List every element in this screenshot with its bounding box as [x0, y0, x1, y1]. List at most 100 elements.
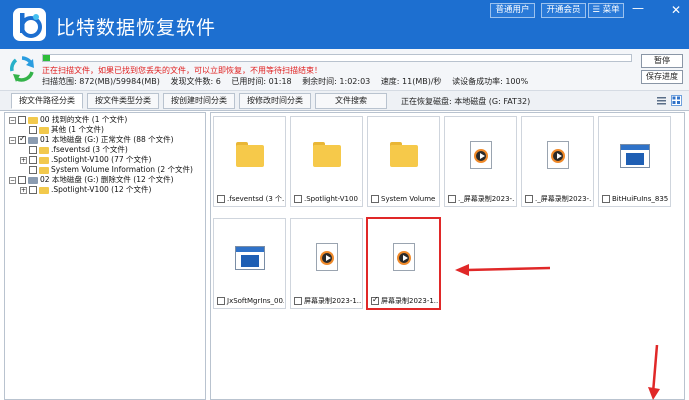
tree-checkbox[interactable]	[18, 116, 26, 124]
file-caption: .Spotlight-V100 ...	[294, 194, 361, 204]
grid-view-icon[interactable]	[671, 95, 682, 106]
tree-item-label: .Spotlight-V100 (12 个文件)	[51, 185, 152, 194]
installer-file-icon	[617, 141, 653, 171]
tab-by-path[interactable]: 按文件路径分类	[11, 93, 83, 109]
file-checkbox[interactable]	[602, 195, 610, 203]
tree-checkbox[interactable]	[29, 146, 37, 154]
tree-item-label: 02 本地磁盘 (G:) 删除文件 (12 个文件)	[40, 175, 174, 184]
folder-icon	[39, 126, 49, 134]
expand-icon[interactable]: +	[20, 156, 27, 164]
file-tile[interactable]: BitHuiFuIns_835....	[598, 116, 671, 207]
file-checkbox[interactable]	[371, 195, 379, 203]
tree-item-label: .fseventsd (3 个文件)	[51, 145, 128, 154]
tab-by-type[interactable]: 按文件类型分类	[87, 93, 159, 109]
folder-icon	[39, 186, 49, 194]
tree-item-fseventsd[interactable]: .fseventsd (3 个文件)	[29, 145, 128, 155]
scan-status-panel: 正在扫描文件，如果已找到您丢失的文件，可以立即恢复，不用等待扫描结束！ 扫描范围…	[0, 49, 689, 91]
title-bar: 比特数据恢复软件 普通用户 开通会员 ☰ 菜单 — ✕	[0, 0, 689, 49]
remaining-time: 剩余时间: 1:02:03	[302, 77, 371, 86]
file-caption: 屏幕录制2023-1...	[294, 296, 361, 306]
tree-checkbox[interactable]	[18, 134, 26, 144]
file-name: 屏幕录制2023-1...	[381, 297, 438, 305]
tab-file-search[interactable]: 文件搜索	[315, 93, 387, 109]
video-file-icon	[540, 141, 576, 171]
file-tile[interactable]: .fseventsd (3 个...	[213, 116, 286, 207]
file-caption: 屏幕录制2023-1...	[371, 296, 438, 306]
tree-item-label: 其他 (1 个文件)	[51, 125, 104, 134]
video-file-icon	[386, 243, 422, 273]
tree-item-system-volume[interactable]: System Volume Information (2 个文件)	[29, 165, 193, 175]
elapsed-time: 已用时间: 01:18	[231, 77, 292, 86]
tree-item-label: 00 找到的文件 (1 个文件)	[40, 115, 128, 124]
collapse-icon[interactable]: −	[9, 116, 16, 124]
file-tile[interactable]: 屏幕录制2023-1...	[290, 218, 363, 309]
bit-logo-icon	[13, 8, 46, 41]
file-name: .fseventsd (3 个...	[227, 195, 284, 203]
open-membership-button[interactable]: 开通会员	[541, 3, 586, 18]
minimize-button[interactable]: —	[629, 0, 647, 16]
video-file-icon	[463, 141, 499, 171]
installer-file-icon	[232, 243, 268, 273]
app-title: 比特数据恢复软件	[56, 17, 217, 39]
menu-label: 菜单	[602, 5, 620, 15]
file-checkbox[interactable]	[525, 195, 533, 203]
file-checkbox[interactable]	[217, 195, 225, 203]
file-name: ._屏幕录制2023-...	[535, 195, 592, 203]
file-tile[interactable]: JxSoftMgrIns_00...	[213, 218, 286, 309]
file-tile[interactable]: ._屏幕录制2023-...	[444, 116, 517, 207]
tree-item-found-files[interactable]: − 00 找到的文件 (1 个文件)	[9, 115, 127, 125]
file-checkbox[interactable]	[448, 195, 456, 203]
tree-checkbox[interactable]	[29, 126, 37, 134]
tree-item-label: .Spotlight-V100 (77 个文件)	[51, 155, 152, 164]
tree-checkbox[interactable]	[18, 176, 26, 184]
drive-icon	[28, 176, 38, 184]
tree-item-other[interactable]: 其他 (1 个文件)	[29, 125, 104, 135]
tree-item-spotlight[interactable]: + .Spotlight-V100 (77 个文件)	[20, 155, 151, 165]
file-checkbox[interactable]	[294, 297, 302, 305]
drive-icon	[28, 136, 38, 144]
tab-by-modified-time[interactable]: 按修改时间分类	[239, 93, 311, 109]
save-progress-button[interactable]: 保存进度	[641, 70, 683, 84]
tree-item-deleted-files[interactable]: − 02 本地磁盘 (G:) 删除文件 (12 个文件)	[9, 175, 174, 185]
file-grid: .fseventsd (3 个... .Spotlight-V100 ... S…	[210, 112, 685, 400]
user-type-button[interactable]: 普通用户	[490, 3, 535, 18]
tree-checkbox[interactable]	[29, 156, 37, 164]
file-caption: ._屏幕录制2023-...	[448, 194, 515, 204]
tree-item-normal-files[interactable]: − 01 本地磁盘 (G:) 正常文件 (88 个文件)	[9, 134, 174, 145]
file-name: 屏幕录制2023-1...	[304, 297, 361, 305]
scan-progress-bar	[42, 54, 632, 62]
collapse-icon[interactable]: −	[9, 136, 16, 144]
pause-button[interactable]: 暂停	[641, 54, 683, 68]
scan-progress-fill	[43, 55, 50, 61]
file-tile[interactable]: System Volume In...	[367, 116, 440, 207]
annotation-arrow-icon	[648, 345, 660, 400]
tree-item-deleted-spotlight[interactable]: + .Spotlight-V100 (12 个文件)	[20, 185, 151, 195]
tree-checkbox[interactable]	[29, 186, 37, 194]
file-checkbox[interactable]	[371, 296, 379, 305]
folder-tree: − 00 找到的文件 (1 个文件) 其他 (1 个文件) − 01 本地磁盘 (G…	[4, 112, 206, 400]
file-checkbox[interactable]	[217, 297, 225, 305]
current-drive-label: 正在恢复磁盘: 本地磁盘 (G: FAT32)	[401, 97, 531, 106]
tree-checkbox[interactable]	[29, 166, 37, 174]
menu-button[interactable]: ☰ 菜单	[588, 3, 624, 18]
found-files-count: 发现文件数: 6	[170, 77, 221, 86]
file-name: BitHuiFuIns_835....	[612, 195, 669, 203]
folder-icon	[39, 146, 49, 154]
folder-icon	[39, 166, 49, 174]
collapse-icon[interactable]: −	[9, 176, 16, 184]
list-view-icon[interactable]	[656, 95, 667, 106]
video-file-icon	[309, 243, 345, 273]
file-tile[interactable]: .Spotlight-V100 ...	[290, 116, 363, 207]
scan-warning-text: 正在扫描文件，如果已找到您丢失的文件，可以立即恢复，不用等待扫描结束！	[42, 66, 322, 75]
scan-stats: 扫描范围: 872(MB)/59984(MB) 发现文件数: 6 已用时间: 0…	[42, 76, 536, 87]
tab-by-created-time[interactable]: 按创建时间分类	[163, 93, 235, 109]
file-tile-selected[interactable]: 屏幕录制2023-1...	[366, 217, 441, 310]
expand-icon[interactable]: +	[20, 186, 27, 194]
file-name: .Spotlight-V100 ...	[304, 195, 361, 203]
file-checkbox[interactable]	[294, 195, 302, 203]
close-button[interactable]: ✕	[667, 2, 685, 18]
annotation-arrow-icon	[455, 264, 550, 276]
file-tile[interactable]: ._屏幕录制2023-...	[521, 116, 594, 207]
scan-speed: 速度: 11(MB)/秒	[380, 77, 442, 86]
file-name: System Volume In...	[381, 195, 438, 203]
